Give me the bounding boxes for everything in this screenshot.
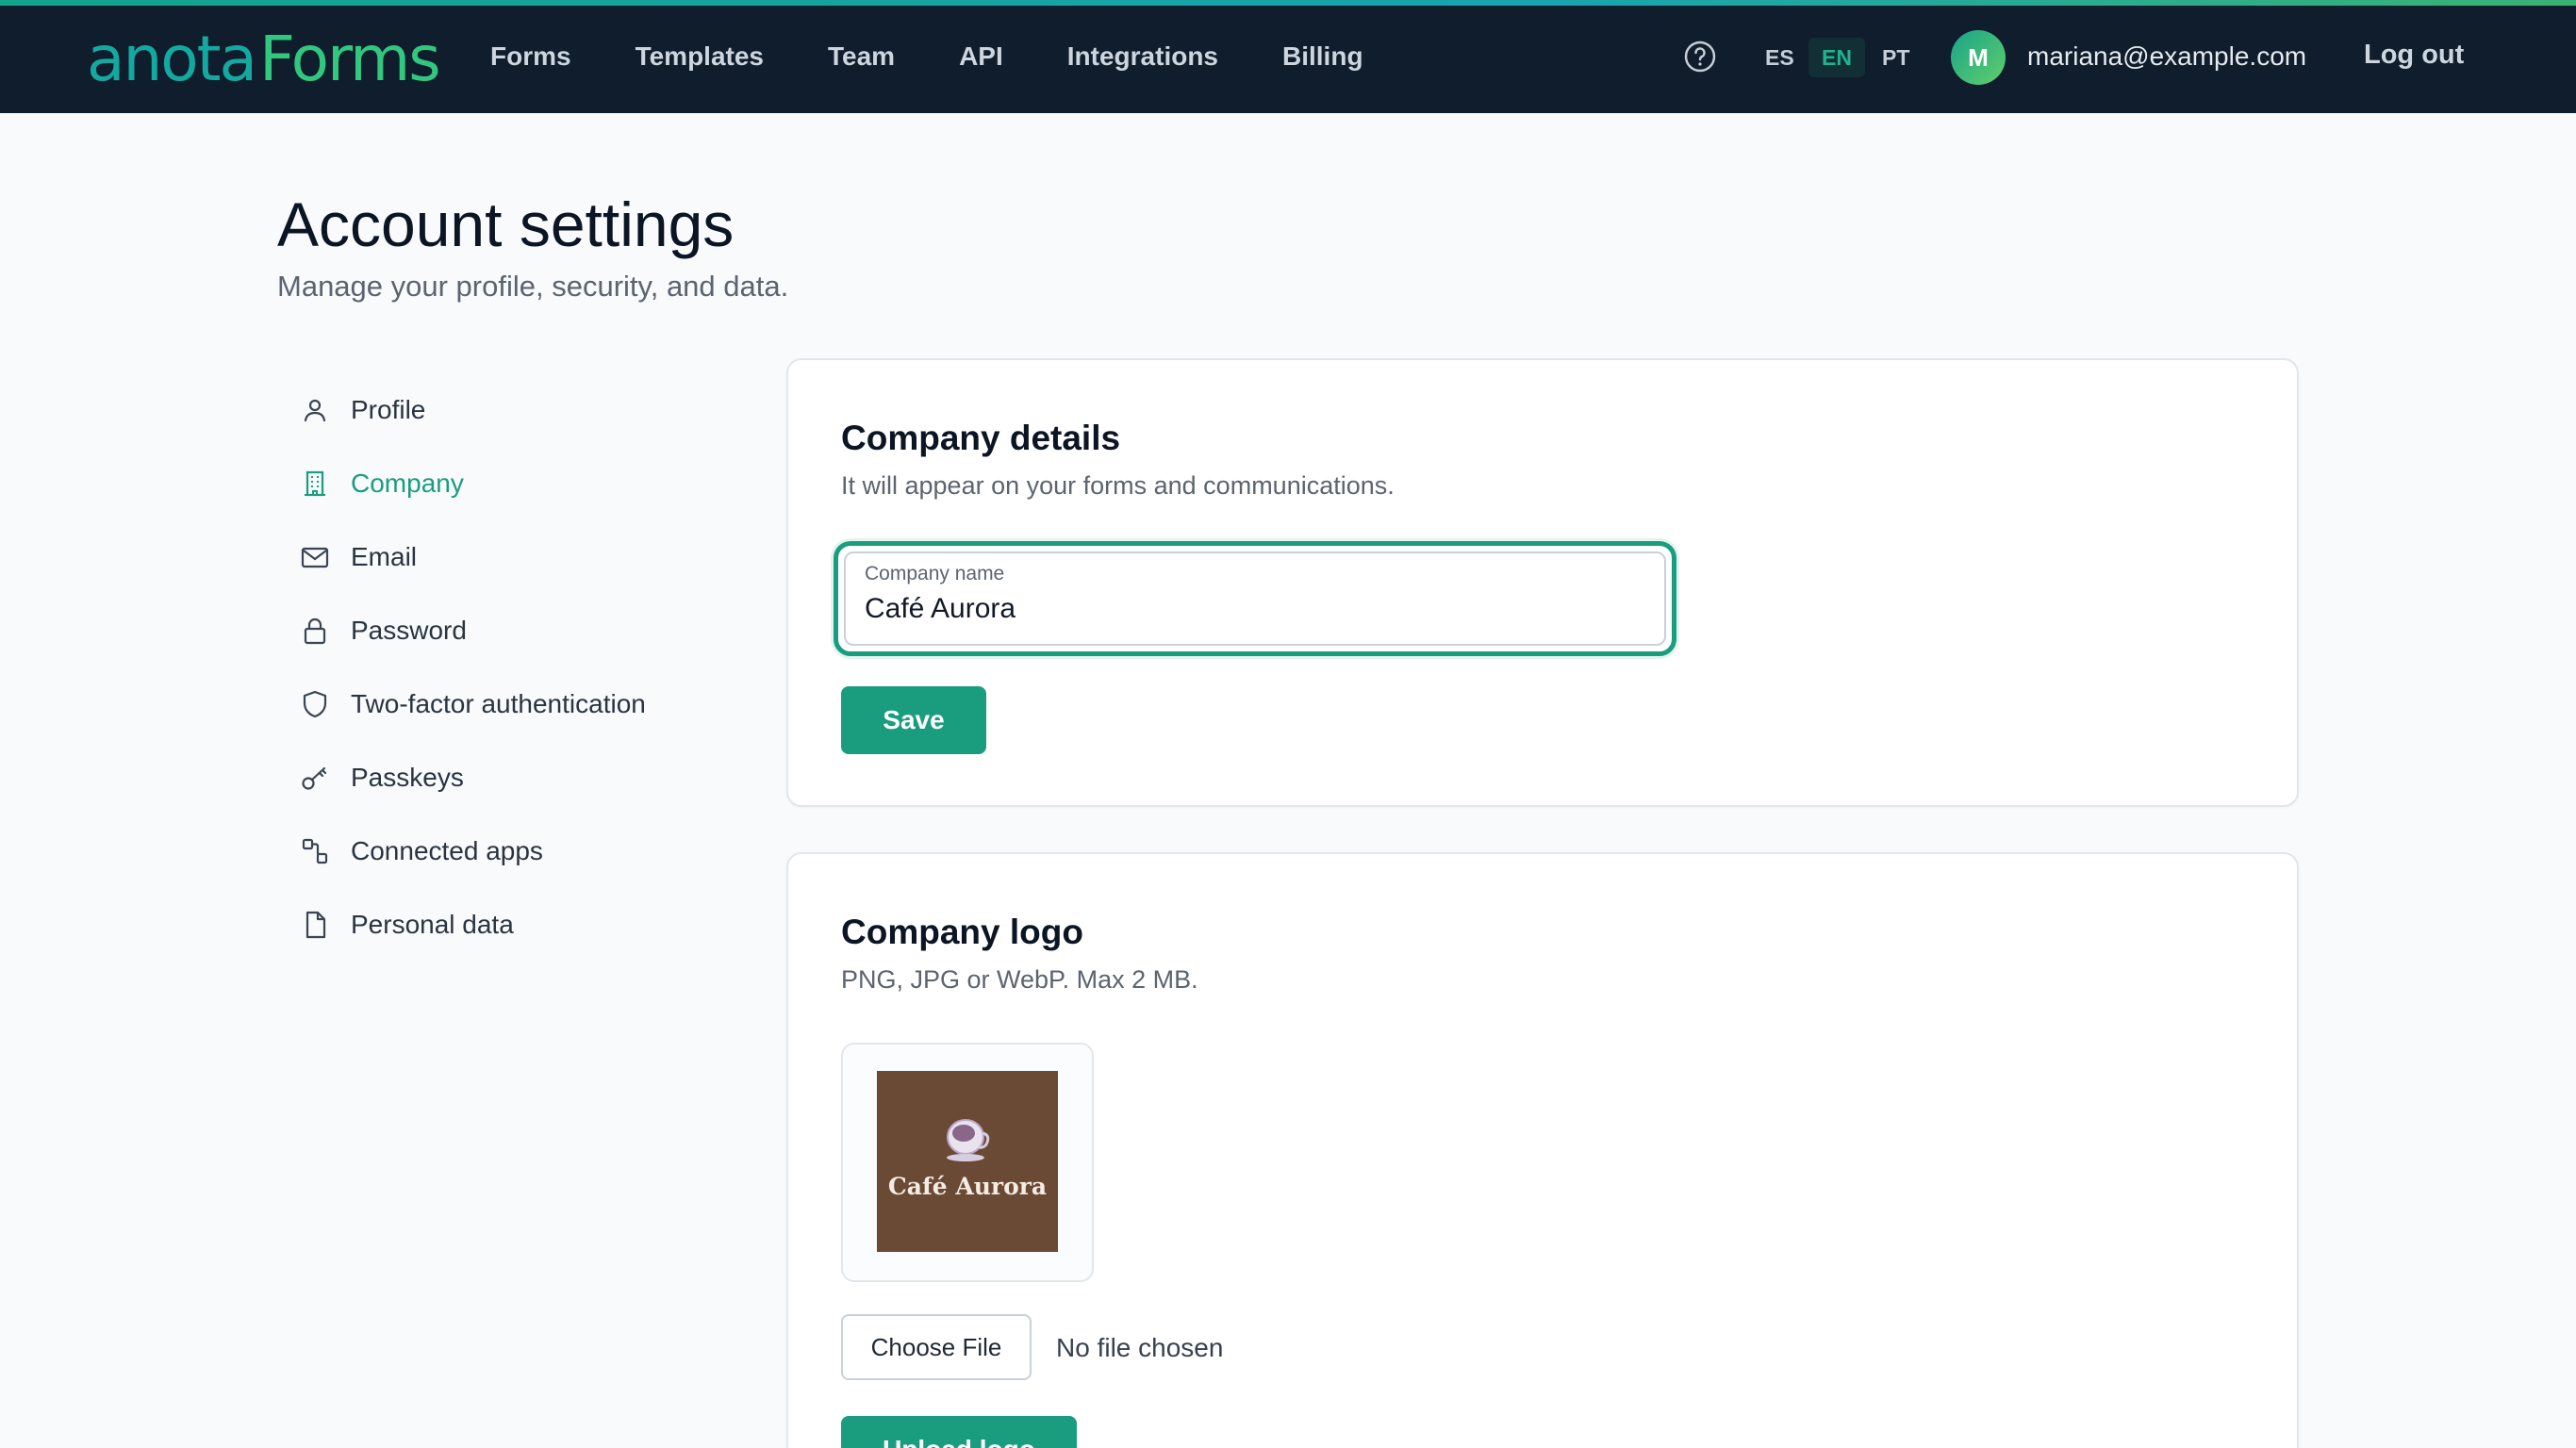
file-icon	[298, 908, 332, 942]
sidebar-item-profile[interactable]: Profile	[298, 373, 769, 447]
sidebar-item-personal-data[interactable]: Personal data	[298, 888, 769, 962]
sidebar-item-connected-apps[interactable]: Connected apps	[298, 814, 769, 888]
no-file-chosen-label: No file chosen	[1056, 1333, 1224, 1362]
company-name-label: Company name	[865, 563, 1005, 584]
user-icon	[298, 393, 332, 427]
lang-pt[interactable]: PT	[1869, 38, 1923, 77]
logo-image: Café Aurora	[877, 1071, 1058, 1252]
logo-text-anota: anota	[87, 23, 257, 95]
shield-icon	[298, 687, 332, 721]
connected-apps-icon	[298, 834, 332, 868]
avatar[interactable]: M	[1951, 30, 2006, 85]
sidebar-item-company[interactable]: Company	[298, 447, 769, 520]
sidebar-item-label: Company	[351, 469, 464, 498]
company-name-input[interactable]	[865, 593, 1638, 625]
company-logo-description: PNG, JPG or WebP. Max 2 MB.	[841, 965, 1198, 994]
sidebar-item-label: Connected apps	[351, 836, 543, 865]
sidebar-item-label: Email	[351, 542, 418, 571]
lock-icon	[298, 614, 332, 648]
company-details-title: Company details	[841, 419, 1121, 457]
nav-forms[interactable]: Forms	[490, 41, 571, 72]
question-circle-icon[interactable]	[1683, 40, 1717, 74]
nav-billing[interactable]: Billing	[1282, 41, 1363, 72]
save-button[interactable]: Save	[841, 686, 986, 754]
app-logo[interactable]: anota Forms	[87, 23, 441, 95]
upload-logo-button[interactable]: Upload logo	[841, 1416, 1077, 1448]
sidebar-item-passkeys[interactable]: Passkeys	[298, 741, 769, 814]
logo-text-forms: Forms	[258, 23, 441, 95]
nav-api[interactable]: API	[959, 41, 1003, 72]
lang-es[interactable]: ES	[1752, 38, 1808, 77]
lang-en[interactable]: EN	[1808, 38, 1865, 77]
logout-button[interactable]: Log out	[2364, 40, 2464, 71]
nav-templates[interactable]: Templates	[636, 41, 764, 72]
page-subtitle: Manage your profile, security, and data.	[277, 270, 789, 303]
sidebar-item-label: Personal data	[351, 910, 514, 939]
sidebar-item-email[interactable]: Email	[298, 520, 769, 594]
sidebar-item-two-factor[interactable]: Two-factor authentication	[298, 667, 769, 741]
sidebar-item-label: Profile	[351, 395, 426, 424]
company-details-card: Company details It will appear on your f…	[786, 358, 2299, 807]
sidebar-item-label: Password	[351, 616, 467, 645]
sidebar-item-password[interactable]: Password	[298, 594, 769, 667]
coffee-cup-icon	[947, 1119, 990, 1161]
main-nav: Forms Templates Team API Integrations Bi…	[490, 0, 1428, 113]
logo-image-text: Café Aurora	[887, 1173, 1048, 1200]
settings-sidebar: Profile Company Email Password Two-facto…	[298, 373, 769, 962]
nav-integrations[interactable]: Integrations	[1067, 41, 1218, 72]
sidebar-item-label: Passkeys	[351, 763, 464, 792]
company-details-description: It will appear on your forms and communi…	[841, 471, 1395, 500]
nav-team[interactable]: Team	[828, 41, 895, 72]
key-icon	[298, 761, 332, 795]
logo-preview: Café Aurora	[841, 1043, 1094, 1282]
sidebar-item-label: Two-factor authentication	[351, 689, 646, 718]
top-navigation-bar: anota Forms Forms Templates Team API Int…	[0, 0, 2576, 113]
choose-file-button[interactable]: Choose File	[841, 1314, 1032, 1380]
building-icon	[298, 467, 332, 501]
company-logo-card: Company logo PNG, JPG or WebP. Max 2 MB.…	[786, 852, 2299, 1448]
user-email[interactable]: mariana@example.com	[2027, 41, 2306, 72]
mail-icon	[298, 540, 332, 574]
company-logo-title: Company logo	[841, 913, 1083, 951]
page-title: Account settings	[277, 189, 735, 259]
company-name-field[interactable]: Company name	[834, 541, 1676, 656]
